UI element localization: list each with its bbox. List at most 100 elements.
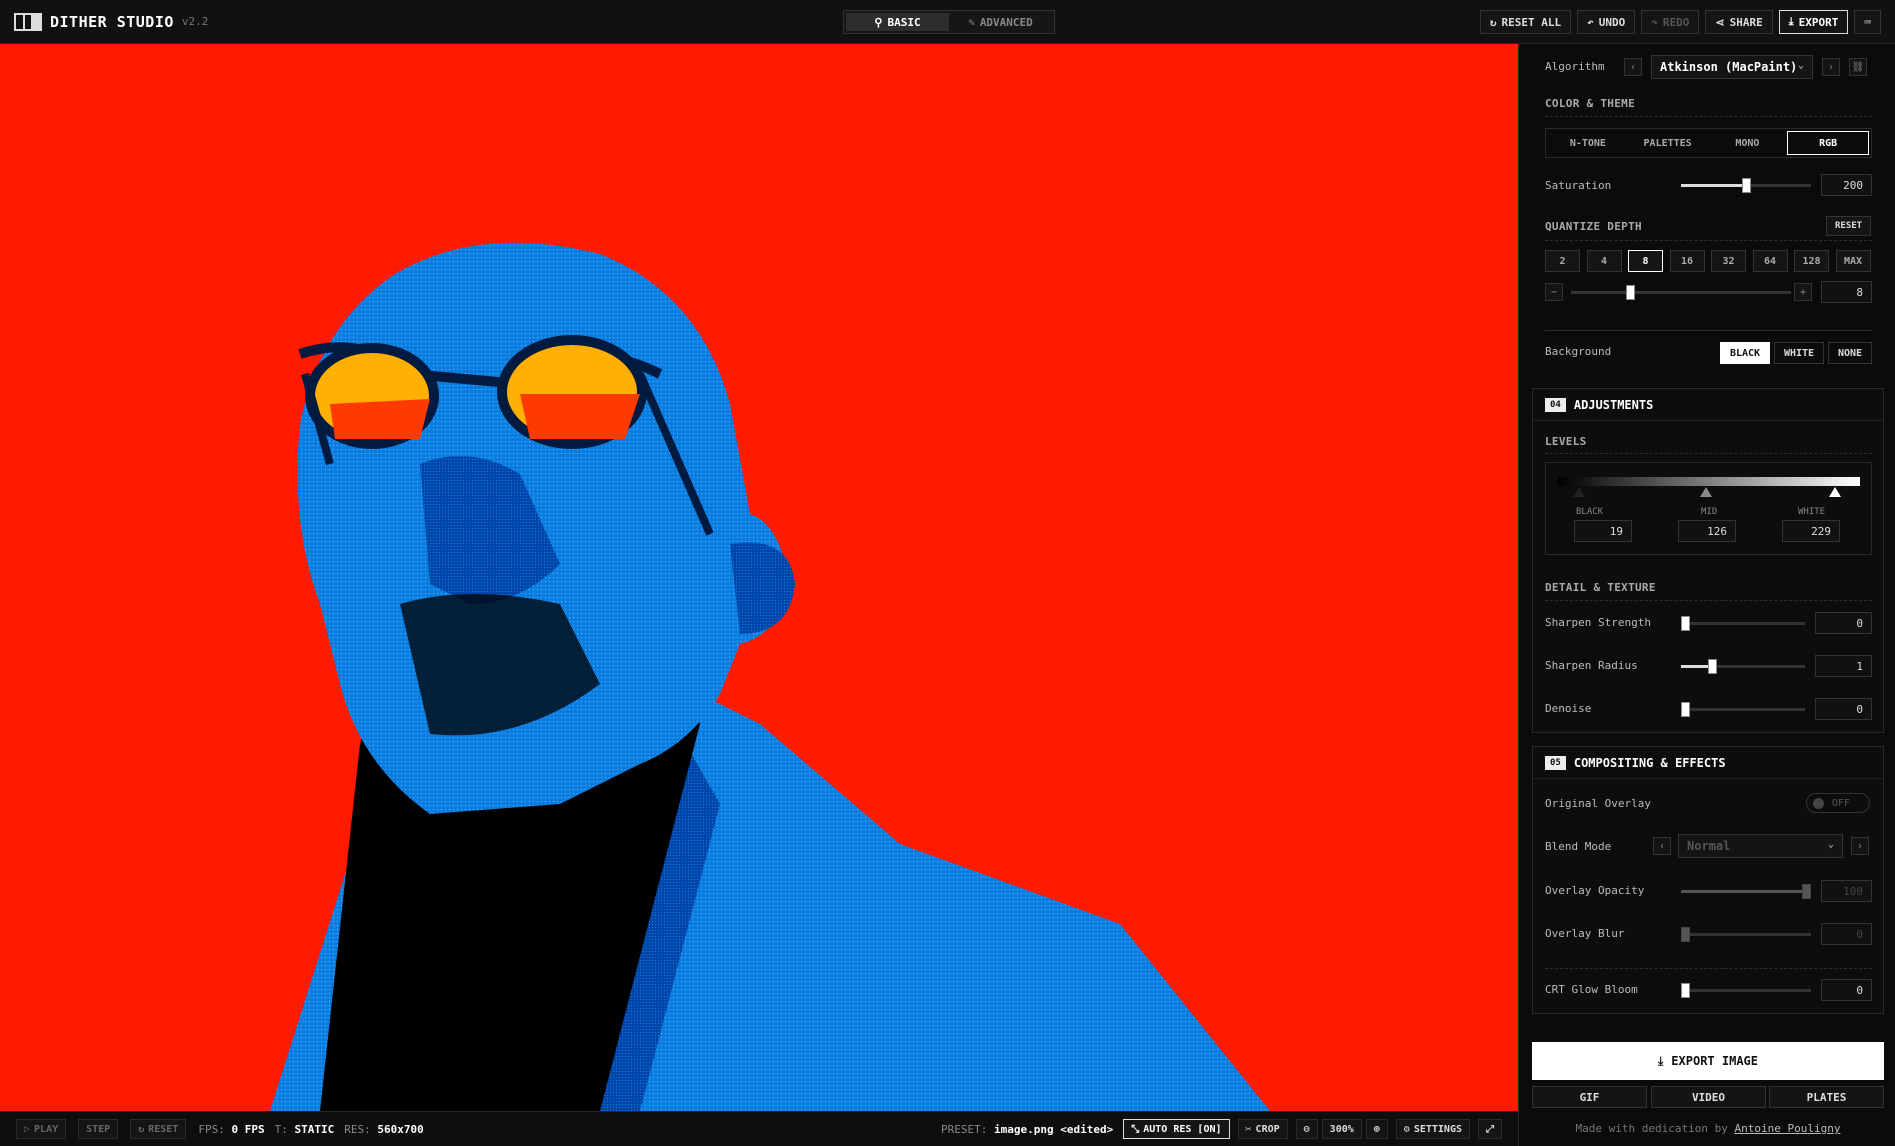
export-gif-button[interactable]: GIF <box>1532 1086 1647 1108</box>
fullscreen-button[interactable]: ⤢ <box>1478 1119 1502 1139</box>
overlay-blur-input[interactable]: 0 <box>1821 923 1872 945</box>
quantize-option-2[interactable]: 2 <box>1545 250 1580 272</box>
image-canvas[interactable] <box>0 44 1518 1111</box>
black-point-handle[interactable] <box>1573 487 1585 497</box>
step-button[interactable]: STEP <box>78 1119 119 1139</box>
reset-playback-button[interactable]: ↻ RESET <box>130 1119 187 1139</box>
chevron-left-icon: ‹ <box>1658 840 1666 852</box>
white-point-handle[interactable] <box>1829 487 1841 497</box>
color-mode-palettes[interactable]: PALETTES <box>1628 131 1708 155</box>
quantize-option-16[interactable]: 16 <box>1669 250 1705 272</box>
dithered-image <box>0 44 1518 1111</box>
crt-glow-input[interactable]: 0 <box>1821 979 1872 1001</box>
chevron-right-icon: › <box>1856 840 1864 852</box>
quantize-plus-button[interactable]: + <box>1794 283 1812 301</box>
slider-thumb[interactable] <box>1681 702 1690 717</box>
export-button[interactable]: ⤓ EXPORT <box>1778 10 1849 34</box>
background-white-button[interactable]: WHITE <box>1774 342 1824 364</box>
undo-icon: ↶ <box>1587 15 1594 29</box>
slider-thumb[interactable] <box>1708 659 1717 674</box>
denoise-input[interactable]: 0 <box>1815 698 1872 720</box>
quantize-minus-button[interactable]: − <box>1545 283 1563 301</box>
author-link[interactable]: Antoine Pouligny <box>1734 1122 1840 1135</box>
slider-thumb[interactable] <box>1626 285 1636 300</box>
quantize-option-32[interactable]: 32 <box>1711 250 1746 272</box>
quantize-option-4[interactable]: 4 <box>1586 250 1622 272</box>
quantize-option-128[interactable]: 128 <box>1794 250 1829 272</box>
undo-button[interactable]: ↶ UNDO <box>1577 10 1636 34</box>
blend-next-button[interactable]: › <box>1851 837 1869 855</box>
quantize-option-max[interactable]: MAX <box>1835 250 1871 272</box>
black-point-input[interactable]: 19 <box>1574 520 1632 542</box>
color-mode-rgb[interactable]: RGB <box>1787 131 1869 155</box>
sharpen-strength-slider[interactable] <box>1681 616 1805 631</box>
saturation-slider[interactable] <box>1681 178 1811 193</box>
overlay-blur-slider[interactable] <box>1681 927 1811 942</box>
export-video-button[interactable]: VIDEO <box>1651 1086 1766 1108</box>
color-mode-n-tone[interactable]: N-TONE <box>1548 131 1628 155</box>
sharpen-radius-input[interactable]: 1 <box>1815 655 1872 677</box>
zoom-out-button[interactable]: ⊖ <box>1295 1119 1318 1139</box>
status-bar: ▷ PLAY STEP ↻ RESET FPS: 0 FPS T: STATIC R… <box>0 1111 1518 1146</box>
quantize-input[interactable]: 8 <box>1821 281 1872 303</box>
color-mode-mono[interactable]: MONO <box>1708 131 1788 155</box>
tab-advanced[interactable]: ✎ ADVANCED <box>949 13 1052 31</box>
quantize-slider[interactable] <box>1571 285 1791 300</box>
algorithm-link-button[interactable]: ⛓ <box>1849 58 1867 76</box>
overlay-opacity-input[interactable]: 100 <box>1821 880 1872 902</box>
divider <box>1545 116 1872 117</box>
algorithm-next-button[interactable]: › <box>1822 58 1840 76</box>
denoise-slider[interactable] <box>1681 702 1805 717</box>
reset-all-button[interactable]: ↻ RESET ALL <box>1479 10 1572 34</box>
keyboard-button[interactable]: ⌨ <box>1854 10 1881 34</box>
adjustments-panel-header[interactable]: 04 ADJUSTMENTS <box>1533 389 1883 421</box>
overlay-opacity-slider[interactable] <box>1681 884 1811 899</box>
zoom-level[interactable]: 300% <box>1321 1119 1362 1139</box>
slider-thumb[interactable] <box>1681 616 1690 631</box>
quantize-reset-button[interactable]: RESET <box>1826 216 1872 236</box>
crop-button[interactable]: ✂ CROP <box>1237 1119 1288 1139</box>
white-point-input[interactable]: 229 <box>1782 520 1840 542</box>
tab-basic[interactable]: ⚲ BASIC <box>846 13 949 31</box>
auto-res-toggle[interactable]: ⤡ AUTO RES [ON] <box>1123 1119 1230 1139</box>
sharpen-strength-input[interactable]: 0 <box>1815 612 1872 634</box>
overlay-label: Original Overlay <box>1545 797 1651 810</box>
quantize-option-64[interactable]: 64 <box>1752 250 1788 272</box>
overlay-toggle[interactable]: OFF <box>1806 793 1870 813</box>
algorithm-prev-button[interactable]: ‹ <box>1624 58 1642 76</box>
toggle-knob <box>1813 797 1824 809</box>
share-button[interactable]: ⋖ SHARE <box>1705 10 1773 34</box>
algorithm-select[interactable]: Atkinson (MacPaint) ⌄ <box>1651 55 1813 79</box>
slider-thumb[interactable] <box>1802 884 1811 899</box>
section-title: COMPOSITING & EFFECTS <box>1573 755 1726 770</box>
play-button[interactable]: ▷ PLAY <box>16 1119 67 1139</box>
section-number: 05 <box>1545 755 1566 770</box>
quantize-option-8[interactable]: 8 <box>1628 250 1663 272</box>
chevron-down-icon: ⌄ <box>1797 60 1804 71</box>
export-image-button[interactable]: ⤓ EXPORT IMAGE <box>1532 1042 1884 1080</box>
blend-mode-select[interactable]: Normal ⌄ <box>1678 834 1843 858</box>
expand-icon: ⤢ <box>1486 1123 1494 1135</box>
settings-button[interactable]: ⚙ SETTINGS <box>1395 1119 1470 1139</box>
background-none-button[interactable]: NONE <box>1828 342 1872 364</box>
saturation-input[interactable]: 200 <box>1821 174 1872 196</box>
sharpen-radius-slider[interactable] <box>1681 659 1805 674</box>
crt-glow-slider[interactable] <box>1681 983 1811 998</box>
fps-readout: FPS: 0 FPS <box>198 1122 265 1136</box>
slider-thumb[interactable] <box>1681 983 1690 998</box>
redo-button[interactable]: ↷ REDO <box>1641 10 1700 34</box>
slider-thumb[interactable] <box>1681 927 1690 942</box>
export-plates-button[interactable]: PLATES <box>1769 1086 1884 1108</box>
sharpen-radius-label: Sharpen Radius <box>1545 659 1638 672</box>
crt-glow-label: CRT Glow Bloom <box>1545 983 1638 996</box>
slider-thumb[interactable] <box>1742 178 1751 193</box>
mid-point-input[interactable]: 126 <box>1678 520 1736 542</box>
background-black-button[interactable]: BLACK <box>1720 342 1770 364</box>
section-number: 04 <box>1545 397 1566 412</box>
mid-point-handle[interactable] <box>1700 487 1712 497</box>
zoom-in-button[interactable]: ⊕ <box>1365 1119 1388 1139</box>
blend-prev-button[interactable]: ‹ <box>1653 837 1671 855</box>
divider <box>1545 330 1872 331</box>
algorithm-label: Algorithm <box>1545 60 1605 73</box>
compositing-panel-header[interactable]: 05 COMPOSITING & EFFECTS <box>1533 747 1883 779</box>
